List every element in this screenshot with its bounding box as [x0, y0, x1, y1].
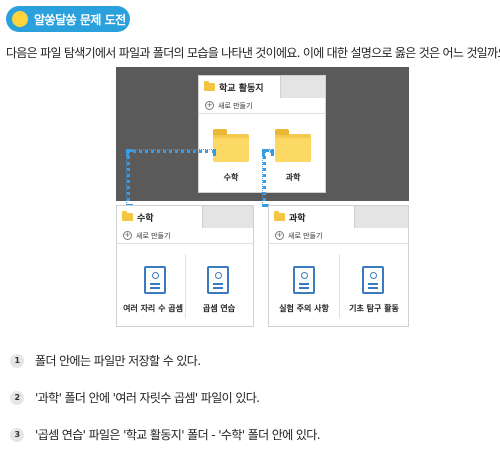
math-connector-horizontal: [126, 149, 216, 153]
plus-icon: +: [123, 231, 132, 240]
math-file-2-icon[interactable]: [207, 266, 229, 294]
math-file-2-label: 곱셈 연습: [202, 304, 236, 313]
science-new-button[interactable]: + 새로 만들기: [269, 228, 408, 244]
science-folder-label: 과학: [285, 173, 301, 182]
science-file-1-icon[interactable]: [293, 266, 315, 294]
badge-title: 알쏭달쏭 문제 도전: [34, 12, 126, 27]
new-label: 새로 만들기: [136, 231, 171, 240]
plus-icon: +: [275, 231, 284, 240]
option-number: 1: [10, 353, 24, 368]
plus-icon: +: [205, 101, 214, 110]
option-3[interactable]: 3 '곱셈 연습' 파일은 '학교 활동지' 폴더 - '수학' 폴더 안에 있…: [10, 426, 321, 443]
science-connector-vertical: [262, 149, 266, 207]
math-folder-label: 수학: [223, 173, 239, 182]
folder-icon: [122, 211, 133, 221]
science-tab-label: 과학: [289, 213, 306, 224]
root-new-button[interactable]: + 새로 만들기: [199, 98, 325, 114]
science-tabbar: 과학: [269, 206, 408, 228]
math-file-1-icon[interactable]: [144, 266, 166, 294]
root-tab[interactable]: 학교 활동지: [199, 76, 281, 98]
science-tab[interactable]: 과학: [269, 206, 355, 228]
science-file-2-label: 기초 탐구 활동: [349, 304, 399, 313]
root-tab-label: 학교 활동지: [219, 83, 264, 94]
science-folder-window: 과학 + 새로 만들기 실험 주의 사항 기초 탐구 활동: [268, 205, 409, 327]
math-tabbar: 수학: [117, 206, 253, 228]
option-2[interactable]: 2 '과학' 폴더 안에 '여러 자릿수 곱셈' 파일이 있다.: [10, 389, 260, 406]
option-number: 2: [10, 390, 24, 405]
math-tab-label: 수학: [137, 213, 154, 224]
science-folder-icon[interactable]: [275, 129, 311, 162]
lightbulb-icon: [12, 11, 28, 27]
option-number: 3: [10, 427, 24, 442]
challenge-badge: 알쏭달쏭 문제 도전: [6, 6, 130, 32]
option-1[interactable]: 1 폴더 안에는 파일만 저장할 수 있다.: [10, 352, 201, 369]
new-label: 새로 만들기: [288, 231, 323, 240]
folder-icon: [204, 81, 215, 91]
new-label: 새로 만들기: [218, 101, 253, 110]
science-file-2-icon[interactable]: [362, 266, 384, 294]
option-text: 폴더 안에는 파일만 저장할 수 있다.: [35, 354, 201, 368]
option-text: '곱셈 연습' 파일은 '학교 활동지' 폴더 - '수학' 폴더 안에 있다.: [35, 428, 321, 442]
question-text: 다음은 파일 탐색기에서 파일과 폴더의 모습을 나타낸 것이에요. 이에 대한…: [6, 46, 500, 60]
science-file-1-label: 실험 주의 사항: [279, 304, 329, 313]
root-tabbar: 학교 활동지: [199, 76, 325, 98]
math-new-button[interactable]: + 새로 만들기: [117, 228, 253, 244]
folder-icon: [274, 211, 285, 221]
option-text: '과학' 폴더 안에 '여러 자릿수 곱셈' 파일이 있다.: [35, 391, 260, 405]
math-tab[interactable]: 수학: [117, 206, 203, 228]
math-folder-window: 수학 + 새로 만들기 여러 자리 수 곱셈 곱셈 연습: [116, 205, 254, 327]
math-folder-icon[interactable]: [213, 129, 249, 162]
math-file-1-label: 여러 자리 수 곱셈: [123, 304, 183, 313]
math-connector-vertical: [126, 149, 130, 207]
